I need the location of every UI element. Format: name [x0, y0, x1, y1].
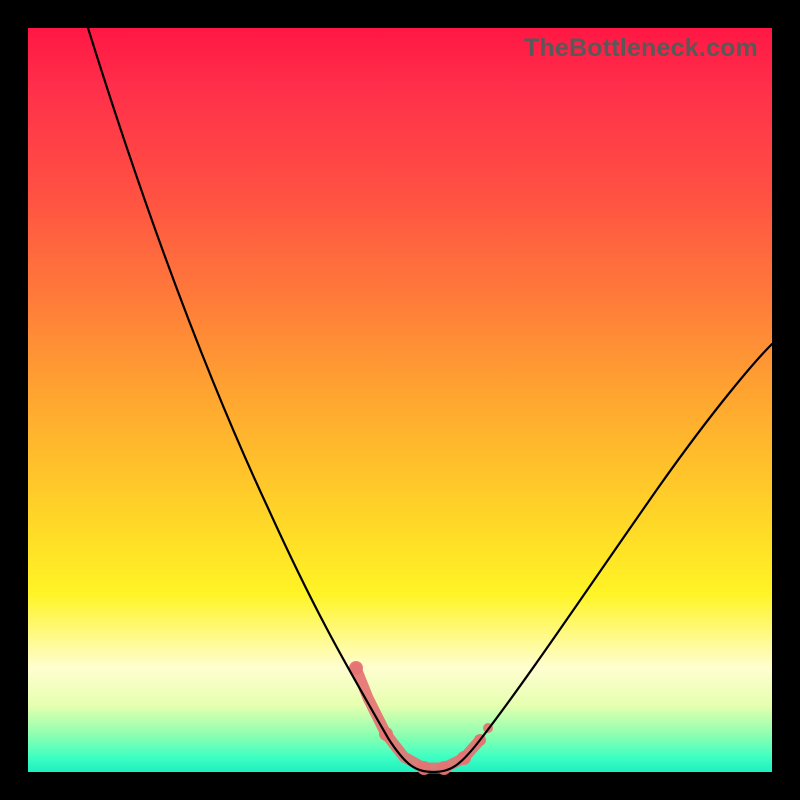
- marker-dot: [437, 761, 451, 775]
- chart-frame: { "watermark": "TheBottleneck.com", "col…: [0, 0, 800, 800]
- bottleneck-curve-svg: [28, 28, 772, 772]
- bottleneck-line: [88, 28, 772, 772]
- marker-dot: [417, 761, 431, 775]
- plot-area: TheBottleneck.com: [28, 28, 772, 772]
